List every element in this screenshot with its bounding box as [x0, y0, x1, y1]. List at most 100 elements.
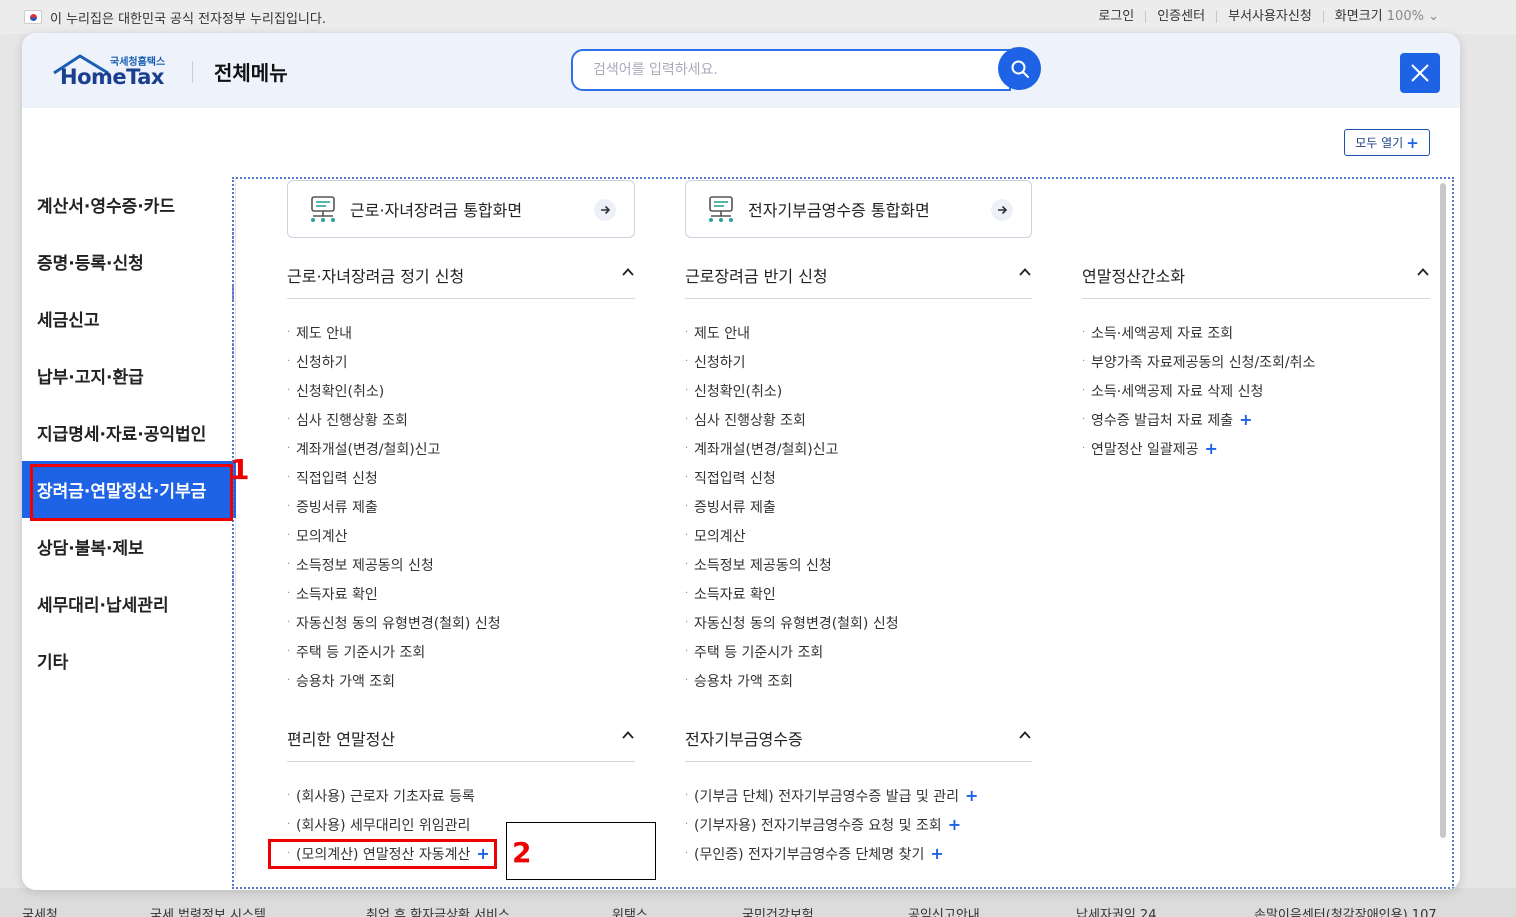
- menu-item[interactable]: · 영수증 발급처 자료 제출 +: [1082, 405, 1430, 434]
- footer-link-law[interactable]: 국세 법령정보 시스템: [150, 904, 266, 917]
- menu-item[interactable]: · 승용차 가액 조회: [685, 666, 1032, 695]
- zoom-label: 화면크기: [1334, 9, 1383, 24]
- chevron-up-icon: [1019, 731, 1031, 739]
- content-scrollbar[interactable]: [1440, 183, 1446, 838]
- arrow-right-icon: [991, 199, 1013, 221]
- nav-item-statement[interactable]: 지급명세·자료·공익법인: [22, 404, 236, 461]
- login-link[interactable]: 로그인: [1087, 10, 1147, 23]
- section-header[interactable]: 편리한 연말정산: [287, 726, 635, 762]
- menu-item[interactable]: · 계좌개설(변경/철회)신고: [287, 434, 635, 463]
- zoom-control[interactable]: 화면크기 100% ⌄: [1324, 9, 1450, 24]
- footer-link-nts[interactable]: 국세청: [22, 904, 58, 917]
- menu-item[interactable]: · (무인증) 전자기부금영수증 단체명 찾기 +: [685, 839, 1032, 868]
- footer-link-report[interactable]: 공익신고안내: [908, 904, 980, 917]
- nav-item-consult[interactable]: 상담·불복·제보: [22, 518, 236, 575]
- footer-link-rights[interactable]: 납세자권익 24: [1076, 904, 1156, 917]
- menu-item[interactable]: · 직접입력 신청: [685, 463, 1032, 492]
- section-title: 전자기부금영수증: [685, 730, 803, 749]
- shortcut-donation-hub[interactable]: 전자기부금영수증 통합화면: [685, 180, 1032, 238]
- cert-center-link[interactable]: 인증센터: [1146, 10, 1218, 23]
- menu-item[interactable]: · 신청확인(취소): [685, 376, 1032, 405]
- search-button[interactable]: [998, 47, 1041, 90]
- menu-item[interactable]: · 계좌개설(변경/철회)신고: [685, 434, 1032, 463]
- menu-item[interactable]: · 자동신청 동의 유형변경(철회) 신청: [685, 608, 1032, 637]
- menu-item[interactable]: · (기부금 단체) 전자기부금영수증 발급 및 관리 +: [685, 781, 1032, 810]
- menu-item[interactable]: · 주택 등 기준시가 조회: [287, 637, 635, 666]
- open-all-label: 모두 열기: [1355, 136, 1404, 150]
- section-yearend-simplified: 연말정산간소화 · 소득·세액공제 자료 조회 · 부양가족 자료제공동의 신청/조…: [1082, 263, 1430, 463]
- logo-big-text: HomeTax: [60, 65, 164, 89]
- footer-links: 국세청 국세 법령정보 시스템 취업 후 학자금상환 서비스 위택스 국민건강보…: [0, 888, 1516, 917]
- plus-icon: +: [1239, 410, 1253, 429]
- monitor-network-icon: [311, 196, 335, 222]
- menu-item[interactable]: · 소득정보 제공동의 신청: [685, 550, 1032, 579]
- full-menu-modal: 국세청홈택스 HomeTax 전체메뉴 모두 열기+ 계산서·영수증·카드 증명…: [22, 33, 1460, 890]
- section-e-donation: 전자기부금영수증 · (기부금 단체) 전자기부금영수증 발급 및 관리 + · (기…: [685, 726, 1032, 868]
- menu-item[interactable]: · 자동신청 동의 유형변경(철회) 신청: [287, 608, 635, 637]
- menu-item[interactable]: · 신청하기: [287, 347, 635, 376]
- section-title: 근로·자녀장려금 정기 신청: [287, 267, 465, 286]
- footer-link-relay[interactable]: 손말이음센터(청각장애인용) 107: [1254, 904, 1437, 917]
- search-input[interactable]: [573, 51, 973, 89]
- menu-item[interactable]: · 모의계산: [685, 521, 1032, 550]
- menu-item[interactable]: · 소득정보 제공동의 신청: [287, 550, 635, 579]
- menu-item[interactable]: · 모의계산: [287, 521, 635, 550]
- menu-item[interactable]: · (기부자용) 전자기부금영수증 요청 및 조회 +: [685, 810, 1032, 839]
- section-title: 편리한 연말정산: [287, 730, 396, 749]
- menu-item[interactable]: · 주택 등 기준시가 조회: [685, 637, 1032, 666]
- menu-item[interactable]: · 소득자료 확인: [287, 579, 635, 608]
- menu-item[interactable]: · 심사 진행상황 조회: [685, 405, 1032, 434]
- menu-item[interactable]: · 직접입력 신청: [287, 463, 635, 492]
- menu-item[interactable]: · 증빙서류 제출: [685, 492, 1032, 521]
- annotation-box-2: [268, 839, 497, 869]
- section-title: 근로장려금 반기 신청: [685, 267, 828, 286]
- menu-item[interactable]: · 신청확인(취소): [287, 376, 635, 405]
- footer-link-wetax[interactable]: 위택스: [612, 904, 648, 917]
- hometax-logo[interactable]: 국세청홈택스 HomeTax: [52, 51, 172, 91]
- chevron-up-icon: [1417, 268, 1429, 276]
- nav-item-tax-filing[interactable]: 세금신고: [22, 290, 236, 347]
- section-incentive-half: 근로장려금 반기 신청 · 제도 안내 · 신청하기 · 신청확인(취소) · 심사 진…: [685, 263, 1032, 695]
- menu-item[interactable]: · 심사 진행상황 조회: [287, 405, 635, 434]
- menu-item[interactable]: · 제도 안내: [685, 318, 1032, 347]
- chevron-up-icon: [622, 731, 634, 739]
- menu-item[interactable]: · 부양가족 자료제공동의 신청/조회/취소: [1082, 347, 1430, 376]
- open-all-button[interactable]: 모두 열기 +: [1344, 129, 1430, 156]
- nav-item-payment[interactable]: 납부·고지·환급: [22, 347, 236, 404]
- menu-item[interactable]: · 소득·세액공제 자료 조회: [1082, 318, 1430, 347]
- close-button[interactable]: [1400, 53, 1440, 93]
- menu-item[interactable]: · (회사용) 근로자 기초자료 등록: [287, 781, 635, 810]
- nav-item-tax-agent[interactable]: 세무대리·납세관리: [22, 575, 236, 632]
- menu-item[interactable]: · 신청하기: [685, 347, 1032, 376]
- close-icon: [1411, 64, 1429, 82]
- menu-item[interactable]: · 승용차 가액 조회: [287, 666, 635, 695]
- plus-icon: +: [947, 815, 962, 834]
- nav-item-certificate[interactable]: 증명·등록·신청: [22, 233, 236, 290]
- menu-item[interactable]: · 소득·세액공제 자료 삭제 신청: [1082, 376, 1430, 405]
- gov-notice-text: 이 누리집은 대한민국 공식 전자정부 누리집입니다.: [50, 11, 326, 27]
- menu-item[interactable]: · 제도 안내: [287, 318, 635, 347]
- footer-link-nhis[interactable]: 국민건강보험: [742, 904, 814, 917]
- arrow-right-icon: [594, 199, 616, 221]
- footer-link-student-loan[interactable]: 취업 후 학자금상환 서비스: [366, 904, 510, 917]
- plus-icon: +: [930, 844, 944, 863]
- shortcut-label: 전자기부금영수증 통합화면: [748, 201, 930, 220]
- section-header[interactable]: 근로·자녀장려금 정기 신청: [287, 263, 635, 299]
- monitor-network-icon: [709, 196, 733, 222]
- plus-icon: +: [965, 786, 979, 805]
- menu-item[interactable]: · 증빙서류 제출: [287, 492, 635, 521]
- section-header[interactable]: 전자기부금영수증: [685, 726, 1032, 762]
- utility-links: 로그인 인증센터 부서사용자신청 화면크기 100% ⌄: [1087, 0, 1450, 34]
- search-box: [571, 49, 1011, 91]
- dept-user-link[interactable]: 부서사용자신청: [1217, 10, 1324, 23]
- section-header[interactable]: 근로장려금 반기 신청: [685, 263, 1032, 299]
- shortcut-incentive-hub[interactable]: 근로·자녀장려금 통합화면: [287, 180, 635, 238]
- chevron-up-icon: [622, 268, 634, 276]
- menu-item[interactable]: · 연말정산 일괄제공 +: [1082, 434, 1430, 463]
- menu-item[interactable]: · 소득자료 확인: [685, 579, 1032, 608]
- nav-item-etc[interactable]: 기타: [22, 632, 236, 689]
- section-header[interactable]: 연말정산간소화: [1082, 263, 1430, 299]
- zoom-value: 100%: [1386, 9, 1424, 24]
- nav-item-invoice[interactable]: 계산서·영수증·카드: [22, 176, 236, 233]
- search-icon: [1011, 60, 1029, 78]
